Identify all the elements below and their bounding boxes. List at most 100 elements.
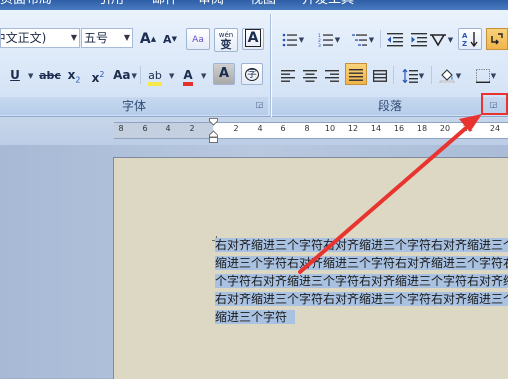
ruler-number: 16: [393, 124, 405, 133]
font-color-button[interactable]: A: [178, 65, 198, 86]
shrink-font-button[interactable]: A▼: [160, 29, 180, 49]
phonetic-char: 变: [220, 38, 232, 51]
clear-format-icon: Aa: [192, 35, 204, 45]
tab-page-layout[interactable]: 页面布局: [0, 0, 52, 8]
ruler-number: 22: [462, 124, 474, 133]
launcher-highlight-box: [481, 93, 508, 115]
ribbon: (中文正文) ▼ 五号 ▼ A▲ A▼ Aa wén 变 A U ▼ abc x…: [0, 10, 508, 118]
enclose-char-button[interactable]: 字: [241, 63, 263, 85]
strikethrough-button[interactable]: abc: [38, 65, 62, 85]
distributed-button[interactable]: [370, 65, 390, 85]
borders-icon: [475, 68, 490, 83]
svg-text:3: 3: [318, 43, 321, 47]
underline-button[interactable]: U: [6, 65, 24, 85]
ruler-number: 10: [324, 124, 336, 133]
paragraph-line-text: 缩进三个字符: [215, 310, 288, 324]
clear-format-button[interactable]: Aa: [186, 28, 210, 50]
shading-button[interactable]: ▼: [434, 65, 466, 85]
indent-marker-icon[interactable]: [209, 118, 218, 144]
tab-developer[interactable]: 开发工具: [302, 0, 354, 8]
ruler-number: 8: [304, 124, 310, 133]
chevron-down-icon[interactable]: ▼: [28, 72, 33, 80]
paragraph-line: 个字符右对齐缩进三个字符右对齐缩进三个字符右对齐缩: [215, 272, 508, 290]
font-dialog-launcher-icon[interactable]: ◲: [255, 100, 264, 109]
phonetic-guide-button[interactable]: wén 变: [214, 28, 238, 52]
sort-button[interactable]: A Z: [458, 28, 482, 50]
char-border-icon: A: [244, 29, 262, 47]
ruler-number: 2: [233, 124, 239, 133]
superscript-button[interactable]: x2: [88, 65, 108, 85]
ruler-number: 8: [118, 124, 124, 133]
group-separator: [270, 14, 271, 118]
align-left-icon: [281, 69, 295, 82]
paint-bucket-icon: [439, 68, 455, 83]
paragraph-line-text: 个字符右对齐缩进三个字符右对齐缩进三个字符右对齐缩: [215, 274, 508, 288]
highlight-icon: ab: [148, 69, 162, 86]
ruler-number: 4: [165, 124, 171, 133]
decrease-indent-icon: [387, 32, 403, 46]
separator: [380, 30, 381, 48]
chevron-down-icon[interactable]: ▼: [169, 72, 174, 80]
char-border-button[interactable]: A: [242, 28, 264, 50]
bullets-icon: [282, 33, 297, 46]
tab-mailings[interactable]: 邮件: [152, 0, 178, 8]
superscript-suffix: 2: [99, 70, 105, 79]
align-center-icon: [303, 69, 317, 82]
tab-references[interactable]: 引用: [98, 0, 124, 8]
chevron-down-icon[interactable]: ▼: [71, 29, 77, 47]
font-size-combo[interactable]: 五号 ▼: [81, 28, 133, 48]
change-case-button[interactable]: Aa▼: [112, 65, 138, 85]
shrink-font-icon: A: [163, 33, 172, 46]
chevron-down-icon[interactable]: ▼: [201, 72, 206, 80]
svg-text:Z: Z: [462, 40, 467, 47]
paragraph-line: 右对齐缩进三个字符右对齐缩进三个字符右对齐缩进三个: [215, 236, 508, 254]
line-spacing-button[interactable]: ▼: [397, 65, 429, 85]
paragraph-line-text: 右对齐缩进三个字符右对齐缩进三个字符右对齐缩进三个: [215, 238, 508, 252]
ruler-number: 12: [347, 124, 359, 133]
asian-layout-button[interactable]: ▼: [424, 29, 458, 49]
numbering-button[interactable]: 1 2 3 ▼: [312, 29, 346, 49]
ruler-number: 4: [257, 124, 263, 133]
tab-view[interactable]: 视图: [250, 0, 276, 8]
ruler-number: 2: [189, 124, 195, 133]
ruler-number: 6: [142, 124, 148, 133]
char-shading-button[interactable]: A: [213, 63, 235, 85]
grow-font-icon: A: [139, 31, 151, 47]
grow-font-button[interactable]: A▲: [138, 29, 158, 49]
selected-paragraph[interactable]: 右对齐缩进三个字符右对齐缩进三个字符右对齐缩进三个 缩进三个字符右对齐缩进三个字…: [215, 236, 508, 326]
align-left-button[interactable]: [278, 65, 298, 85]
separator: [140, 66, 141, 84]
font-name-combo[interactable]: (中文正文) ▼: [0, 28, 80, 48]
bullets-button[interactable]: ▼: [276, 29, 310, 49]
paragraph-line: 缩进三个字符右对齐缩进三个字符右对齐缩进三个字符右: [215, 254, 508, 272]
multilevel-list-button[interactable]: ▼: [348, 29, 378, 49]
font-color-icon: A: [183, 68, 193, 86]
justify-button[interactable]: [345, 63, 367, 85]
align-center-button[interactable]: [300, 65, 320, 85]
justify-icon: [349, 68, 363, 81]
tab-review[interactable]: 审阅: [198, 0, 224, 8]
strikethrough-icon: abc: [39, 69, 61, 82]
underline-icon: U: [10, 68, 20, 82]
chevron-down-icon[interactable]: ▼: [124, 29, 130, 47]
borders-button[interactable]: ▼: [470, 65, 502, 85]
font-name-value: (中文正文): [1, 31, 47, 45]
align-right-button[interactable]: [322, 65, 342, 85]
show-formatting-button[interactable]: [486, 28, 508, 50]
decrease-indent-button[interactable]: [384, 29, 406, 49]
separator: [431, 66, 432, 84]
ruler-number: 6: [280, 124, 286, 133]
ruler-left-margin: [114, 123, 213, 138]
ruler-bar: 8 6 4 2 2 4 6 8 10 12 14 16 18 20 22 24: [0, 117, 508, 145]
ruler-number: 18: [416, 124, 428, 133]
paragraph-line: 右对齐缩进三个字符右对齐缩进三个字符右对齐缩进三个: [215, 290, 508, 308]
numbering-icon: 1 2 3: [318, 33, 333, 49]
svg-text:A: A: [462, 32, 468, 40]
ruler-number: 20: [439, 124, 451, 133]
line-spacing-icon: [402, 68, 418, 83]
highlight-button[interactable]: ab: [144, 65, 166, 86]
subscript-suffix: 2: [75, 75, 81, 85]
horizontal-ruler[interactable]: 8 6 4 2 2 4 6 8 10 12 14 16 18 20 22 24: [114, 122, 508, 139]
char-shading-icon: A: [218, 66, 230, 81]
subscript-button[interactable]: x2: [64, 65, 84, 85]
